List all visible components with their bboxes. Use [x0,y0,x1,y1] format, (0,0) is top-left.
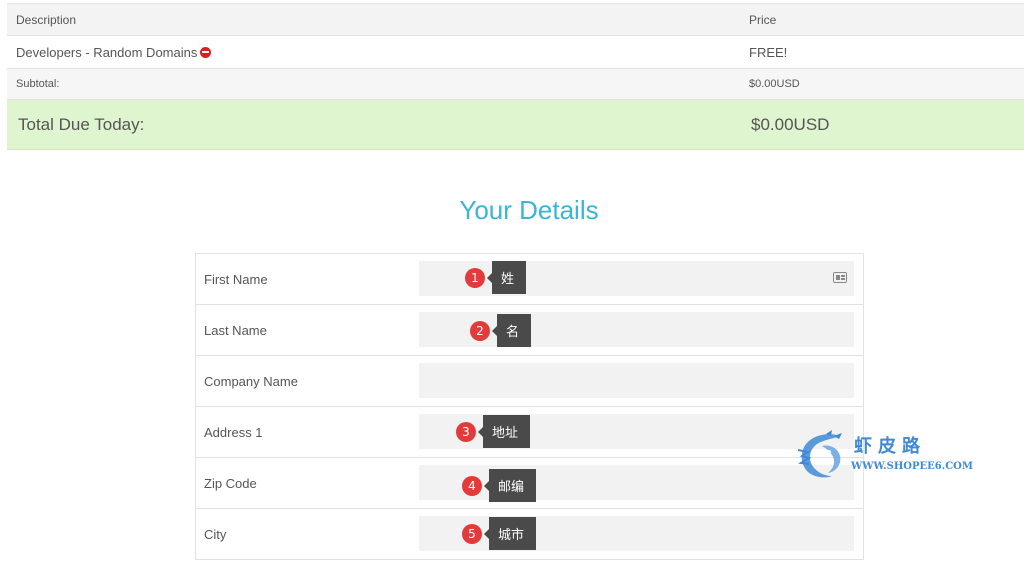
annotation-2: 2 名 [470,314,532,347]
watermark-url: WWW.SHOPEE6.COM [851,461,973,472]
annotation-number-badge: 1 [465,267,485,288]
annotation-1: 1 姓 [465,261,527,294]
zip-code-label: Zip Code [204,475,257,491]
annotation-number-badge: 3 [456,421,476,442]
address-1-label: Address 1 [204,424,263,440]
total-due-label: Total Due Today: [18,114,145,134]
annotation-4: 4 邮编 [462,469,537,502]
annotation-3: 3 地址 [456,415,531,448]
company-name-input[interactable] [419,363,854,398]
form-row-company-name: Company Name [196,356,863,407]
summary-item-row: Developers - Random Domains FREE! [7,36,1024,69]
summary-header-row: Description Price [7,3,1024,36]
company-name-label: Company Name [204,373,298,389]
annotation-number-badge: 5 [462,523,482,544]
subtotal-label: Subtotal: [16,78,60,90]
watermark: 虾皮路 WWW.SHOPEE6.COM [796,430,973,480]
details-form: First Name Last Name Company Name Addres… [195,253,864,560]
subtotal-row: Subtotal: $0.00USD [7,69,1024,100]
description-column-header: Description [16,12,77,27]
last-name-label: Last Name [204,322,267,338]
remove-circle-icon[interactable] [200,46,212,58]
annotation-tag: 地址 [477,415,531,448]
item-description: Developers - Random Domains [16,44,198,60]
form-row-first-name: First Name [196,254,863,305]
watermark-name: 虾皮路 [854,436,926,457]
price-column-header: Price [749,12,777,27]
item-description-cell: Developers - Random Domains [16,36,212,68]
subtotal-value: $0.00USD [749,78,800,90]
first-name-label: First Name [204,271,268,287]
contact-card-icon[interactable] [833,272,847,283]
annotation-number-badge: 2 [470,320,490,341]
total-due-value: $0.00USD [751,114,830,134]
annotation-tag: 邮编 [483,469,537,502]
annotation-tag: 姓 [486,261,527,294]
annotation-number-badge: 4 [462,475,482,496]
annotation-tag: 名 [491,314,532,347]
city-label: City [204,526,227,542]
total-due-row: Total Due Today: $0.00USD [7,100,1024,150]
section-title: Your Details [459,195,599,225]
order-summary-table: Description Price Developers - Random Do… [7,3,1024,150]
annotation-tag: 城市 [483,517,537,550]
item-price: FREE! [749,44,788,60]
annotation-5: 5 城市 [462,517,537,550]
dragon-logo-icon [797,430,842,478]
